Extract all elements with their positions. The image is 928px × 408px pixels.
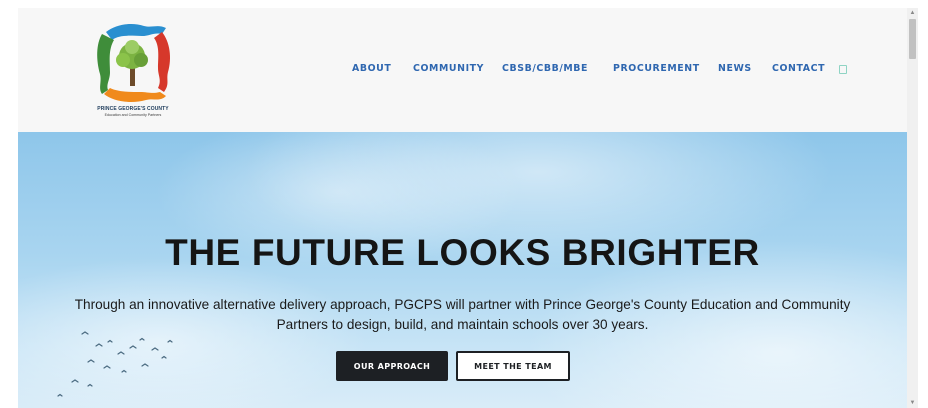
nav-item-about[interactable]: ABOUT xyxy=(352,63,391,74)
hero-subtitle: Through an innovative alternative delive… xyxy=(74,297,851,332)
nav-item-news[interactable]: NEWS xyxy=(718,63,752,74)
meet-the-team-button[interactable]: MEET THE TEAM xyxy=(456,351,570,381)
hero-title: THE FUTURE LOOKS BRIGHTER xyxy=(165,232,760,273)
nav-item-cbsb[interactable]: CBSB/CBB/MBE xyxy=(502,63,588,74)
nav-item-procurement[interactable]: PROCUREMENT xyxy=(613,63,700,74)
scroll-up-arrow-icon[interactable]: ▲ xyxy=(907,8,918,18)
nav-item-community[interactable]: COMMUNITY xyxy=(413,63,484,74)
web-page: PRINCE GEORGE'S COUNTY Education and Com… xyxy=(18,8,907,408)
hero-section: THE FUTURE LOOKS BRIGHTER Through an inn… xyxy=(18,132,907,408)
scrollbar-thumb[interactable] xyxy=(909,19,916,59)
our-approach-button[interactable]: OUR APPROACH xyxy=(336,351,448,381)
vertical-scrollbar[interactable]: ▲ ▼ xyxy=(907,8,918,408)
scroll-down-arrow-icon[interactable]: ▼ xyxy=(907,398,918,408)
hands-tree-logo-icon xyxy=(97,24,170,102)
nav-item-contact[interactable]: CONTACT xyxy=(772,63,825,74)
site-logo[interactable]: PRINCE GEORGE'S COUNTY Education and Com… xyxy=(92,22,174,120)
browser-viewport: PRINCE GEORGE'S COUNTY Education and Com… xyxy=(0,0,928,408)
logo-title: PRINCE GEORGE'S COUNTY xyxy=(97,106,169,112)
logo-subtitle: Education and Community Partners xyxy=(104,113,162,117)
site-header: PRINCE GEORGE'S COUNTY Education and Com… xyxy=(18,8,907,132)
search-icon[interactable] xyxy=(839,65,847,74)
